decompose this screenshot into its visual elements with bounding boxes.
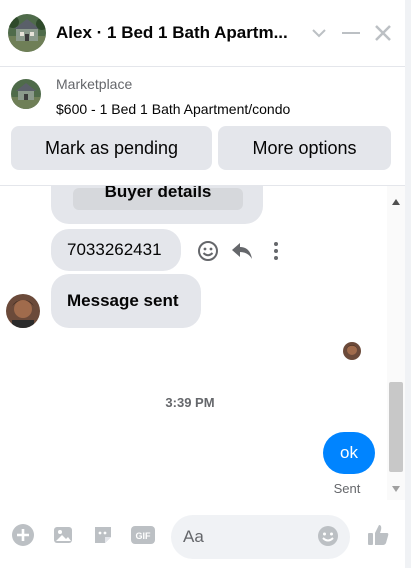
conversation-title[interactable]: Alex · 1 Bed 1 Bath Apartm... [56, 23, 296, 43]
buyer-details-button[interactable]: Buyer details [73, 186, 243, 210]
mark-as-pending-button[interactable]: Mark as pending [11, 126, 212, 170]
message-thread: Buyer details 7033262431 Message sent 3:… [0, 186, 405, 500]
house-avatar[interactable] [8, 14, 46, 52]
window-edge [405, 0, 411, 568]
message-timestamp: 3:39 PM [165, 395, 215, 410]
chevron-down-icon[interactable] [306, 20, 332, 46]
buyer-details-card: Buyer details [51, 186, 263, 224]
image-icon[interactable] [50, 522, 76, 548]
sticker-icon[interactable] [90, 522, 116, 548]
smiley-icon[interactable] [196, 239, 220, 263]
thumbs-up-icon[interactable] [366, 522, 392, 548]
more-vertical-icon[interactable] [264, 239, 288, 263]
more-options-button[interactable]: More options [218, 126, 391, 170]
svg-text:GIF: GIF [136, 531, 152, 541]
delivery-status: Sent [333, 481, 361, 496]
gif-icon[interactable]: GIF [130, 522, 156, 548]
message-composer: GIF [0, 506, 405, 568]
message-bubble-sent[interactable]: Message sent [51, 274, 201, 328]
seen-receipt-avatar [343, 342, 361, 360]
emoji-icon[interactable] [317, 525, 339, 547]
close-icon[interactable] [370, 20, 396, 46]
marketplace-listing-card: Marketplace $600 - 1 Bed 1 Bath Apartmen… [0, 67, 405, 186]
listing-source: Marketplace [56, 76, 133, 92]
scrollbar[interactable] [387, 186, 405, 500]
outgoing-message-bubble[interactable]: ok [323, 432, 375, 474]
scroll-down-arrow-icon[interactable] [391, 481, 401, 492]
scrollbar-thumb[interactable] [389, 382, 403, 472]
message-actions [196, 239, 298, 263]
listing-title[interactable]: $600 - 1 Bed 1 Bath Apartment/condo [56, 101, 290, 117]
message-bubble-phone[interactable]: 7033262431 [51, 229, 181, 271]
sender-avatar[interactable] [6, 294, 40, 328]
reply-icon[interactable] [230, 239, 254, 263]
chat-header: Alex · 1 Bed 1 Bath Apartm... [0, 0, 405, 67]
scroll-up-arrow-icon[interactable] [391, 194, 401, 205]
minimize-icon[interactable] [338, 20, 364, 46]
messenger-chat-window: Alex · 1 Bed 1 Bath Apartm... Marketplac… [0, 0, 411, 568]
window-controls [306, 20, 402, 46]
plus-circle-icon[interactable] [10, 522, 36, 548]
listing-thumbnail[interactable] [11, 79, 41, 109]
